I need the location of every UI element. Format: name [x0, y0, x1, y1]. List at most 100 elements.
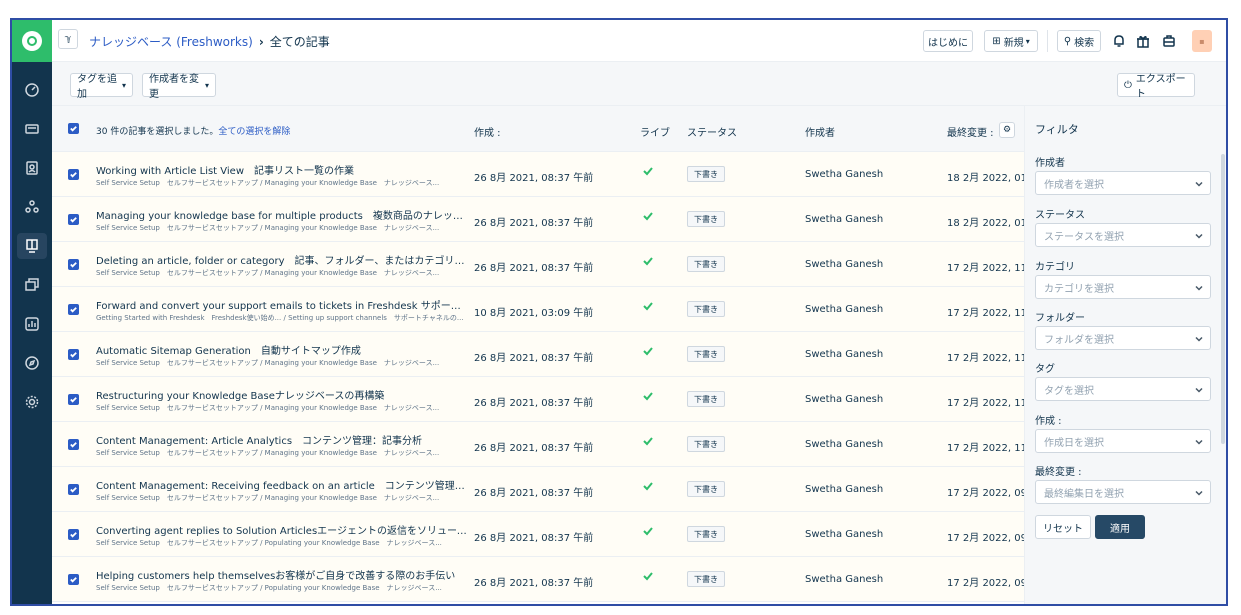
- author-name: Swetha Ganesh: [805, 304, 884, 315]
- selection-summary: 30 件の記事を選択しました。全ての選択を解除: [96, 124, 290, 137]
- row-checkbox[interactable]: [68, 394, 79, 405]
- sidebar-toggle-icon[interactable]: ℽ: [58, 29, 78, 49]
- export-button[interactable]: ⏻ エクスポート: [1117, 73, 1195, 100]
- search-button[interactable]: ⚲ 検索: [1057, 30, 1101, 52]
- status-badge: 下書き: [687, 211, 725, 227]
- settings-icon[interactable]: [22, 392, 42, 412]
- modified-date: 17 2月 2022, 09:10: [947, 578, 1024, 589]
- clear-selection-link[interactable]: 全ての選択を解除: [218, 127, 290, 137]
- table-row[interactable]: Managing your knowledge base for multipl…: [52, 197, 1024, 242]
- created-date: 26 8月 2021, 08:37 午前: [474, 173, 594, 184]
- table-row[interactable]: Deleting an article, folder or category …: [52, 242, 1024, 287]
- reports-icon[interactable]: [22, 314, 42, 334]
- filter-select[interactable]: 作成日を選択: [1035, 429, 1211, 453]
- author-name: Swetha Ganesh: [805, 484, 884, 495]
- modified-date: 17 2月 2022, 11:17: [947, 398, 1024, 409]
- table-row[interactable]: Converting agent replies to Solution Art…: [52, 512, 1024, 557]
- selection-text: 30 件の記事を選択しました。: [96, 127, 219, 137]
- change-author-button[interactable]: 作成者を変更 ▾: [142, 73, 216, 100]
- article-title[interactable]: Helping customers help themselvesお客様がご自身…: [96, 567, 468, 582]
- bell-icon[interactable]: [1109, 31, 1129, 51]
- groups-icon[interactable]: [22, 197, 42, 217]
- column-settings-gear-icon[interactable]: ⚙: [999, 122, 1015, 138]
- filter-select[interactable]: ステータスを選択: [1035, 223, 1211, 247]
- live-check-icon: [642, 300, 656, 314]
- avatar[interactable]: ▪: [1192, 30, 1212, 52]
- contacts-icon[interactable]: [22, 158, 42, 178]
- column-header-modified[interactable]: 最終変更 :: [947, 124, 994, 139]
- knowledge-base-icon[interactable]: [17, 233, 47, 259]
- filter-placeholder: カテゴリを選択: [1044, 283, 1114, 295]
- scrollbar[interactable]: [1221, 154, 1225, 444]
- article-title[interactable]: Deleting an article, folder or category …: [96, 252, 468, 267]
- toolbar: タグを追加 ▾ 作成者を変更 ▾ ⏻ エクスポート: [52, 62, 1226, 106]
- row-checkbox[interactable]: [68, 214, 79, 225]
- filter-label: ステータス: [1035, 210, 1085, 221]
- filter-panel: フィルタ 作成者 作成者を選択 ステータス ステータスを選択 カテゴリ カテゴリを選択 フォ…: [1024, 106, 1226, 604]
- row-checkbox[interactable]: [68, 529, 79, 540]
- getting-started-button[interactable]: はじめに: [923, 30, 973, 52]
- live-check-icon: [642, 210, 656, 224]
- table-row[interactable]: Content Management: Article Analytics コン…: [52, 422, 1024, 467]
- forums-icon[interactable]: [22, 275, 42, 295]
- table-row[interactable]: Restructuring your Knowledge Baseナレッジベース…: [52, 377, 1024, 422]
- article-title[interactable]: Forward and convert your support emails …: [96, 297, 468, 312]
- row-checkbox[interactable]: [68, 484, 79, 495]
- filter-select[interactable]: カテゴリを選択: [1035, 275, 1211, 299]
- row-checkbox[interactable]: [68, 169, 79, 180]
- row-checkbox[interactable]: [68, 259, 79, 270]
- column-header-created[interactable]: 作成 :: [474, 124, 501, 139]
- author-name: Swetha Ganesh: [805, 574, 884, 585]
- table-row[interactable]: Content Management: Receiving feedback o…: [52, 467, 1024, 512]
- table-row[interactable]: Helping customers help themselvesお客様がご自身…: [52, 557, 1024, 602]
- article-path: Self Service Setup セルフサービスセットアップ / Manag…: [96, 359, 440, 367]
- live-check-icon: [642, 570, 656, 584]
- freshdesk-logo-icon[interactable]: [12, 20, 52, 62]
- article-title[interactable]: Content Management: Article Analytics コン…: [96, 432, 468, 447]
- filter-label: 作成 :: [1035, 416, 1062, 427]
- status-badge: 下書き: [687, 166, 725, 182]
- chevron-down-icon: [1195, 489, 1203, 497]
- gift-icon[interactable]: [1133, 31, 1153, 51]
- article-title[interactable]: Working with Article List View 記事リスト一覧の作…: [96, 162, 468, 177]
- table-row[interactable]: Working with Article List View 記事リスト一覧の作…: [52, 152, 1024, 197]
- breadcrumb-separator: ›: [258, 34, 264, 49]
- author-name: Swetha Ganesh: [805, 394, 884, 405]
- row-checkbox[interactable]: [68, 304, 79, 315]
- chevron-down-icon: ▾: [204, 80, 209, 90]
- status-badge: 下書き: [687, 391, 725, 407]
- select-all-checkbox[interactable]: [68, 123, 79, 134]
- inbox-icon[interactable]: [22, 119, 42, 139]
- apply-button[interactable]: 適用: [1095, 515, 1145, 539]
- discover-icon[interactable]: [22, 353, 42, 373]
- row-checkbox[interactable]: [68, 439, 79, 450]
- dashboard-icon[interactable]: [22, 80, 42, 100]
- article-title[interactable]: Automatic Sitemap Generation 自動サイトマップ作成: [96, 342, 468, 357]
- table-header: 30 件の記事を選択しました。全ての選択を解除 作成 : ライブ ステータス 作…: [52, 106, 1024, 152]
- article-title[interactable]: Content Management: Receiving feedback o…: [96, 477, 468, 492]
- filter-select[interactable]: 作成者を選択: [1035, 171, 1211, 195]
- article-title[interactable]: Restructuring your Knowledge Baseナレッジベース…: [96, 387, 468, 402]
- filter-select[interactable]: フォルダを選択: [1035, 326, 1211, 350]
- status-badge: 下書き: [687, 346, 725, 362]
- new-button[interactable]: ⊞ 新規 ▾: [984, 30, 1038, 52]
- article-path: Self Service Setup セルフサービスセットアップ / Manag…: [96, 449, 440, 457]
- add-tag-button[interactable]: タグを追加 ▾: [70, 73, 133, 100]
- article-title[interactable]: Converting agent replies to Solution Art…: [96, 522, 468, 537]
- article-title[interactable]: Managing your knowledge base for multipl…: [96, 207, 468, 222]
- apps-icon[interactable]: [1159, 31, 1179, 51]
- live-check-icon: [642, 165, 656, 179]
- live-check-icon: [642, 435, 656, 449]
- table-row[interactable]: Forward and convert your support emails …: [52, 287, 1024, 332]
- filter-select[interactable]: 最終編集日を選択: [1035, 480, 1211, 504]
- breadcrumb-knowledge-base-link[interactable]: ナレッジベース (Freshworks): [89, 33, 253, 50]
- row-checkbox[interactable]: [68, 349, 79, 360]
- status-badge: 下書き: [687, 436, 725, 452]
- modified-date: 17 2月 2022, 09:51: [947, 488, 1024, 499]
- filter-select[interactable]: タグを選択: [1035, 377, 1211, 401]
- row-checkbox[interactable]: [68, 574, 79, 585]
- chevron-down-icon: [1195, 180, 1203, 188]
- table-row[interactable]: Automatic Sitemap Generation 自動サイトマップ作成 S…: [52, 332, 1024, 377]
- live-check-icon: [642, 345, 656, 359]
- reset-button[interactable]: リセット: [1035, 515, 1091, 539]
